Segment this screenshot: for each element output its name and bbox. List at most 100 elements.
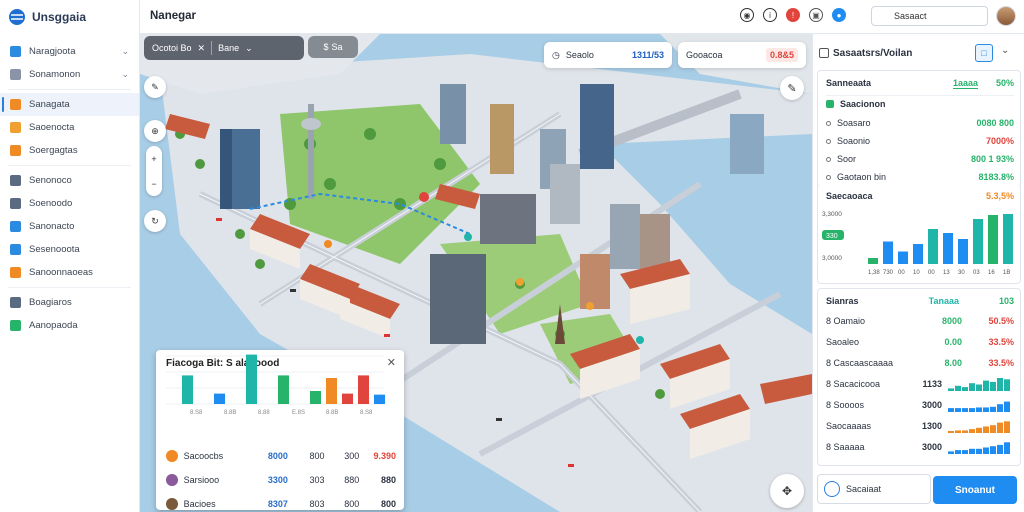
rotate-button[interactable]: ↻ xyxy=(144,210,166,232)
table-row[interactable]: Saoaleo 0.00 33.5% xyxy=(826,334,1014,350)
chart-bar[interactable] xyxy=(278,375,289,404)
spark-bar xyxy=(997,404,1003,412)
x-tick-label: 8.S8 xyxy=(190,410,203,416)
chart-bar[interactable] xyxy=(246,354,257,404)
list-item[interactable]: Soasaro 0080 800 xyxy=(826,115,1014,131)
sidebar-item[interactable]: Senonoco xyxy=(0,169,139,192)
chart-bar[interactable] xyxy=(1003,214,1013,264)
list-item[interactable]: Gaotaon bin 8183.8% xyxy=(826,169,1014,185)
table-row[interactable]: 8 Oamaio 8000 50.5% xyxy=(826,313,1014,329)
chevron-down-icon[interactable]: ⌄ xyxy=(245,43,253,54)
sidebar-item[interactable]: Naragjoota ⌄ xyxy=(0,40,139,63)
edit-button[interactable]: ✎ xyxy=(780,76,804,100)
table-row[interactable]: 8 Sacacicooa 1133 xyxy=(826,376,1014,392)
table-row[interactable]: Sacoocbs 8000 800 300 9.390 xyxy=(166,446,396,466)
sidebar-item[interactable]: Sanagata xyxy=(0,93,139,116)
chart-bar[interactable] xyxy=(928,229,938,264)
sidebar-item[interactable]: Sanoonnaoeas xyxy=(0,261,139,284)
summary-pct: 50% xyxy=(995,78,1014,88)
table-row[interactable]: Saocaaaas 1300 xyxy=(826,418,1014,434)
table-header-label: Sianras xyxy=(826,296,859,306)
spark-bar xyxy=(955,450,961,454)
chart-bar[interactable] xyxy=(326,378,337,404)
spark-bar xyxy=(969,383,975,391)
location-icon[interactable]: ● xyxy=(832,8,846,22)
divider xyxy=(8,165,131,166)
sidebar-item[interactable]: Aanopaoda xyxy=(0,314,139,337)
spark-bar xyxy=(976,407,982,412)
table-icon xyxy=(10,320,21,331)
alert-icon[interactable]: ! xyxy=(786,8,800,22)
submit-button[interactable]: Snoanut xyxy=(933,476,1017,504)
chart-bar[interactable] xyxy=(868,258,878,264)
table-row[interactable]: 8 Soooos 3000 xyxy=(826,397,1014,413)
list-item[interactable]: Soor 800 1 93% xyxy=(826,151,1014,167)
chart-bar[interactable] xyxy=(214,393,225,404)
footer-search[interactable]: Sacaiaat xyxy=(817,474,931,504)
panel-bar-chart: 3,30003,30003,00003301,38730001000133003… xyxy=(822,211,1013,276)
footer-search-label: Sacaiaat xyxy=(846,484,882,494)
sidebar-item[interactable]: Soergagtas xyxy=(0,139,139,162)
rotate-icon: ↻ xyxy=(151,215,159,226)
zoom-out-icon[interactable]: − xyxy=(151,179,156,189)
sidebar-item-label: Saoenocta xyxy=(29,122,75,133)
sparkline xyxy=(948,442,1010,454)
chart-bar[interactable] xyxy=(943,233,953,264)
sidebar-item[interactable]: Saoenocta xyxy=(0,116,139,139)
row-value: 8000 xyxy=(941,316,962,326)
table-box: Sianras Tanaaa 103 8 Oamaio 8000 50.5% Saoa… xyxy=(817,288,1021,466)
compass-button[interactable]: ✥ xyxy=(770,474,804,508)
close-icon[interactable]: ✕ xyxy=(198,43,206,54)
sidebar-item[interactable]: Sanonacto xyxy=(0,215,139,238)
close-icon[interactable]: ✕ xyxy=(387,356,396,369)
sidebar-item[interactable]: Soenoodo xyxy=(0,192,139,215)
chart-bar[interactable] xyxy=(958,239,968,264)
chart-bar[interactable] xyxy=(358,375,369,404)
filter-label[interactable]: Bane xyxy=(218,43,239,53)
map-chip[interactable]: $ Sa xyxy=(308,36,358,58)
expand-icon[interactable]: □ xyxy=(975,44,993,62)
row-label: Bacioes xyxy=(183,499,216,509)
toolbar-label[interactable]: Ocotoi Bo xyxy=(152,43,192,53)
map-view[interactable]: Ocotoi Bo ✕ Bane ⌄ $ Sa ✎ ⊕ + − ↻ ◷ Seao… xyxy=(140,34,812,512)
record-icon[interactable]: ◉ xyxy=(740,8,754,22)
chevron-down-icon[interactable]: ⌄ xyxy=(1001,45,1009,56)
chart-bar[interactable] xyxy=(913,244,923,264)
sidebar-item[interactable]: Boagiaros xyxy=(0,291,139,314)
sidebar-item-label: Naragjoota xyxy=(29,46,76,57)
table-row[interactable]: Sarsiooo 3300 303 880 880 xyxy=(166,470,396,490)
spark-bar xyxy=(1004,401,1010,412)
sidebar-item[interactable]: Sesenooota xyxy=(0,238,139,261)
brand[interactable]: Unsggaia xyxy=(0,0,139,34)
stat-pill-2[interactable]: Gooacoa 0.8&5 xyxy=(678,42,806,68)
locate-button[interactable]: ⊕ xyxy=(144,120,166,142)
app-name: Unsggaia xyxy=(32,10,87,24)
spark-bar xyxy=(990,446,996,454)
table-row[interactable]: 8 Saaaaa 3000 xyxy=(826,439,1014,455)
stat-pill-1[interactable]: ◷ Seaolo 1311/53 xyxy=(544,42,672,68)
avatar[interactable] xyxy=(996,6,1016,26)
spark-bar xyxy=(983,407,989,412)
chart-bar[interactable] xyxy=(342,393,353,404)
spark-bar xyxy=(962,430,968,433)
chart-bar[interactable] xyxy=(310,391,321,404)
sidebar-item[interactable]: Sonamonon ⌄ xyxy=(0,63,139,86)
table-row[interactable]: Bacioes 8307 803 800 800 xyxy=(166,494,396,512)
spark-bar xyxy=(969,408,975,412)
chart-bar[interactable] xyxy=(182,375,193,404)
table-row[interactable]: 8 Cascaascaaaa 8.00 33.5% xyxy=(826,355,1014,371)
chart-bar[interactable] xyxy=(374,394,385,404)
chart-bar[interactable] xyxy=(973,219,983,264)
camera-icon[interactable]: ▣ xyxy=(809,8,823,22)
chart-bar[interactable] xyxy=(988,215,998,264)
x-tick-label: 10 xyxy=(913,270,920,276)
chart-bar[interactable] xyxy=(883,241,893,265)
list-item[interactable]: Soaonio 7000% xyxy=(826,133,1014,149)
spark-bar xyxy=(948,408,954,412)
zoom-in-icon[interactable]: + xyxy=(151,154,156,164)
info-icon[interactable]: i xyxy=(763,8,777,22)
chart-title-row: Saecaoaca 5.3,5% xyxy=(826,188,1014,204)
search-input[interactable] xyxy=(871,6,988,26)
layers-button[interactable]: ✎ xyxy=(144,76,166,98)
chart-bar[interactable] xyxy=(898,251,908,265)
